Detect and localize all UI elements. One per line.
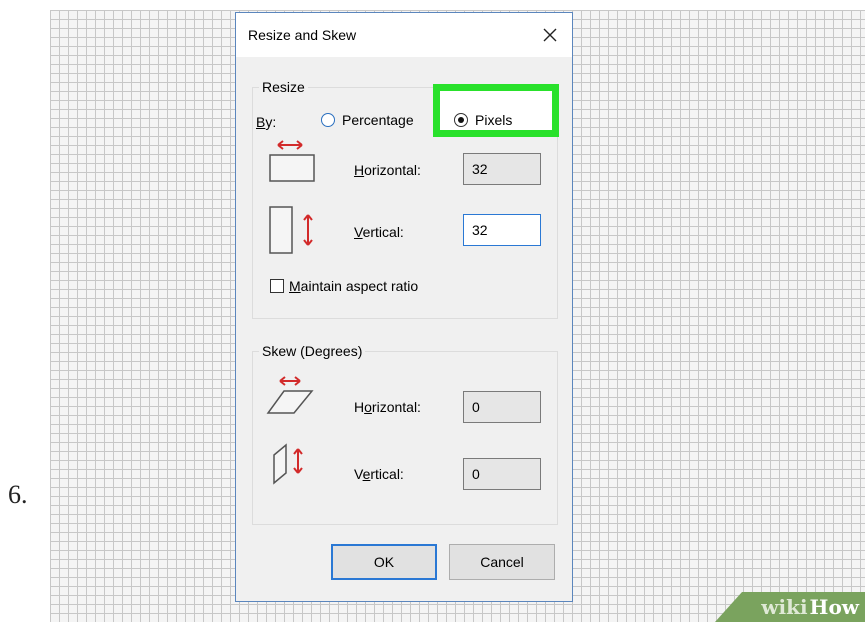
maintain-aspect-label: Maintain aspect ratio	[289, 278, 419, 294]
resize-vertical-icon	[269, 206, 313, 254]
maintain-aspect-option[interactable]: Maintain aspect ratio	[270, 277, 470, 297]
skew-vertical-input[interactable]	[463, 458, 541, 490]
skew-vertical-label: Vertical:	[354, 466, 404, 482]
skew-horizontal-label: Horizontal:	[354, 399, 421, 415]
dialog-titlebar[interactable]: Resize and Skew	[236, 13, 572, 57]
resize-vertical-label: Vertical:	[354, 224, 404, 240]
resize-horizontal-label: Horizontal:	[354, 162, 421, 178]
close-button[interactable]	[528, 13, 572, 57]
pixels-radio[interactable]	[454, 113, 468, 127]
step-number: 6.	[8, 480, 28, 509]
percentage-radio-option[interactable]: Percentage	[321, 110, 431, 132]
ok-button[interactable]: OK	[331, 544, 437, 580]
skew-vertical-icon	[273, 443, 303, 485]
skew-horizontal-input[interactable]	[463, 391, 541, 423]
resize-horizontal-input[interactable]	[463, 153, 541, 185]
resize-skew-dialog: Resize and Skew Resize By: Percentage Pi…	[235, 12, 573, 602]
skew-horizontal-icon	[266, 376, 314, 414]
maintain-aspect-checkbox[interactable]	[270, 279, 284, 293]
pixels-radio-option[interactable]: Pixels	[454, 110, 544, 132]
resize-vertical-input[interactable]	[463, 214, 541, 246]
by-label: By:	[256, 114, 277, 130]
pixels-label: Pixels	[475, 112, 513, 128]
percentage-radio[interactable]	[321, 113, 335, 127]
percentage-label: Percentage	[342, 112, 414, 128]
dialog-title: Resize and Skew	[248, 27, 357, 43]
resize-group-label: Resize	[259, 79, 308, 95]
resize-horizontal-icon	[269, 140, 315, 182]
close-icon	[543, 28, 557, 42]
cancel-button[interactable]: Cancel	[449, 544, 555, 580]
skew-group-label: Skew (Degrees)	[259, 343, 366, 359]
